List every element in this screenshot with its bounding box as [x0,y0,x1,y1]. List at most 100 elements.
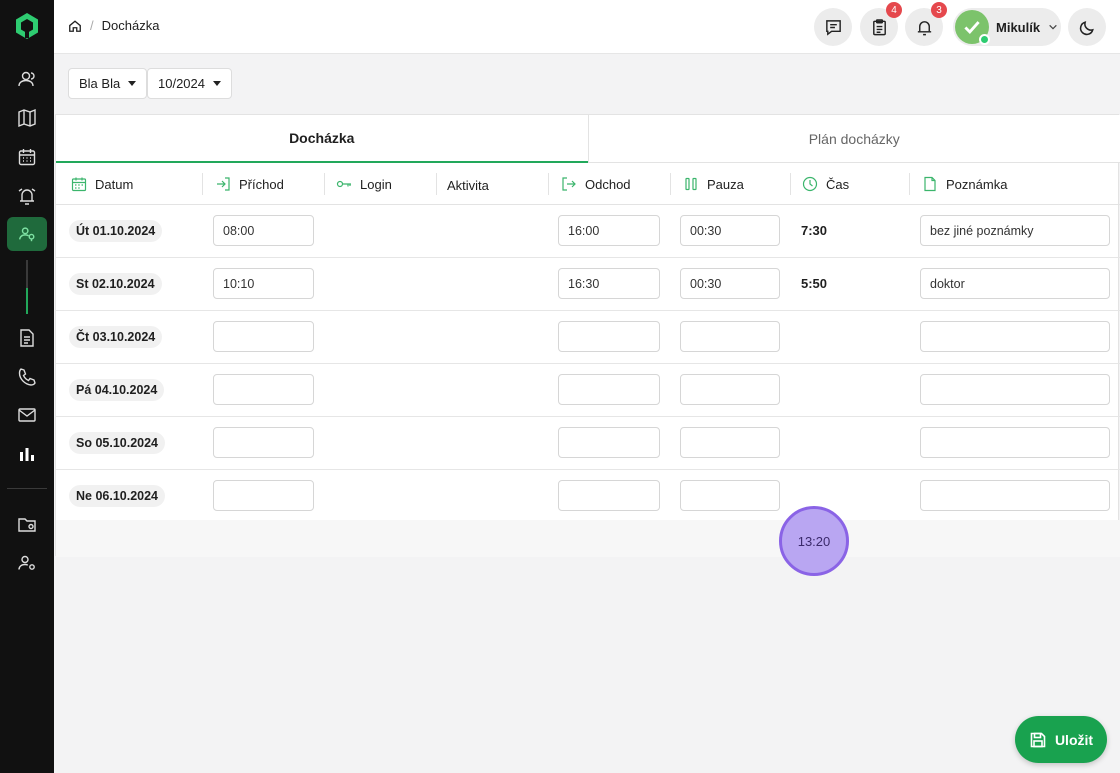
column-separator [548,173,549,195]
online-status-dot [979,34,990,45]
month-select[interactable]: 10/2024 [147,68,232,99]
table-row: Čt 03.10.2024 [56,311,1120,364]
odchod-input[interactable] [558,480,660,511]
document-icon[interactable] [14,325,40,351]
key-icon [336,180,351,188]
column-separator [202,173,203,195]
calendar-icon[interactable] [14,144,40,170]
clipboard-icon [872,18,886,35]
caret-down-icon [213,81,221,86]
person-select-value: Bla Bla [79,76,121,91]
tab-attendance[interactable]: Docházka [56,115,588,163]
logout-arrow-icon [562,177,576,191]
odchod-input[interactable] [558,321,660,352]
column-separator [909,173,910,195]
sidebar-divider [7,488,47,489]
table-row: St 02.10.2024 10:10 16:30 00:30 5:50 dok… [56,258,1120,311]
prichod-input[interactable] [213,374,314,405]
mail-icon[interactable] [14,402,40,428]
row-date: Ne 06.10.2024 [69,485,166,507]
prichod-input[interactable] [213,321,314,352]
pauza-input[interactable] [680,480,780,511]
user-menu[interactable]: Mikulík [953,8,1061,46]
poznamka-input[interactable] [920,321,1110,352]
poznamka-input[interactable] [920,480,1110,511]
tab-attendance-plan[interactable]: Plán docházky [587,115,1120,163]
col-datum-label: Datum [95,176,134,192]
odchod-input[interactable] [558,427,660,458]
col-cas[interactable]: Čas [802,163,849,205]
notifications-button[interactable]: 3 [905,2,947,46]
poznamka-input[interactable]: bez jiné poznámky [920,215,1110,246]
note-icon [924,176,936,192]
col-aktivita[interactable]: Aktivita [447,164,489,206]
save-button-label: Uložit [1054,731,1094,748]
total-time-bubble: 13:20 [779,506,849,576]
poznamka-input[interactable] [920,374,1110,405]
col-odchod-label: Odchod [585,176,631,192]
breadcrumb-current: Docházka [101,18,160,33]
clock-icon [802,176,818,192]
prichod-input[interactable] [213,480,314,511]
sidebar [0,0,54,773]
col-odchod[interactable]: Odchod [561,163,631,205]
poznamka-input[interactable] [920,427,1110,458]
prichod-input[interactable]: 10:10 [213,268,314,299]
column-separator [324,173,325,195]
tasks-button[interactable]: 4 [860,2,902,46]
row-date: Út 01.10.2024 [69,220,163,242]
avatar [955,10,990,45]
column-separator [790,173,791,195]
chart-icon[interactable] [14,441,40,467]
row-time: 7:30 [801,223,828,238]
user-settings-icon[interactable] [14,550,40,576]
pauza-input[interactable] [680,321,780,352]
phone-icon[interactable] [14,364,40,390]
app-logo[interactable] [14,12,40,40]
attendance-card: Docházka Plán docházky Datum Příchod Log… [55,114,1120,557]
pauza-input[interactable]: 00:30 [680,268,780,299]
breadcrumb-separator: / [90,18,94,33]
login-arrow-icon [217,177,230,191]
poznamka-input[interactable]: doktor [920,268,1110,299]
users-icon[interactable] [14,66,40,92]
caret-down-icon [128,81,137,86]
map-icon[interactable] [14,105,40,131]
save-icon [1030,732,1046,747]
odchod-input[interactable]: 16:30 [558,268,660,299]
home-icon[interactable] [68,19,82,33]
odchod-input[interactable] [558,374,660,405]
pauza-input[interactable] [680,427,780,458]
col-pauza[interactable]: Pauza [683,163,744,205]
alarm-icon[interactable] [14,183,40,209]
folder-settings-icon[interactable] [14,511,40,537]
pauza-input[interactable] [680,374,780,405]
submenu-active-line [26,288,28,314]
prichod-input[interactable] [213,427,314,458]
col-prichod-label: Příchod [239,176,284,192]
chat-icon [825,19,841,36]
row-time: 5:50 [801,276,828,291]
col-prichod[interactable]: Příchod [215,163,284,205]
odchod-input[interactable]: 16:00 [558,215,660,246]
table-row: Pá 04.10.2024 [56,364,1120,417]
table-row: Út 01.10.2024 08:00 16:00 00:30 7:30 bez… [56,205,1120,258]
theme-toggle-button[interactable] [1068,8,1106,46]
col-login[interactable]: Login [336,163,392,205]
attendance-nav-item[interactable] [7,217,47,251]
col-datum[interactable]: Datum [71,163,133,205]
row-date: So 05.10.2024 [69,432,166,454]
col-aktivita-label: Aktivita [447,177,489,193]
person-select[interactable]: Bla Bla [68,68,148,99]
save-button[interactable]: Uložit [1015,716,1107,763]
calendar-icon [71,177,87,192]
col-cas-label: Čas [826,176,850,192]
col-poznamka[interactable]: Poznámka [922,163,1007,205]
prichod-input[interactable]: 08:00 [213,215,314,246]
breadcrumb: / Docházka [68,18,159,33]
tasks-badge: 4 [886,2,902,18]
row-date: Pá 04.10.2024 [69,379,165,401]
table-footer [56,520,1120,557]
messages-button[interactable] [814,8,852,46]
pauza-input[interactable]: 00:30 [680,215,780,246]
